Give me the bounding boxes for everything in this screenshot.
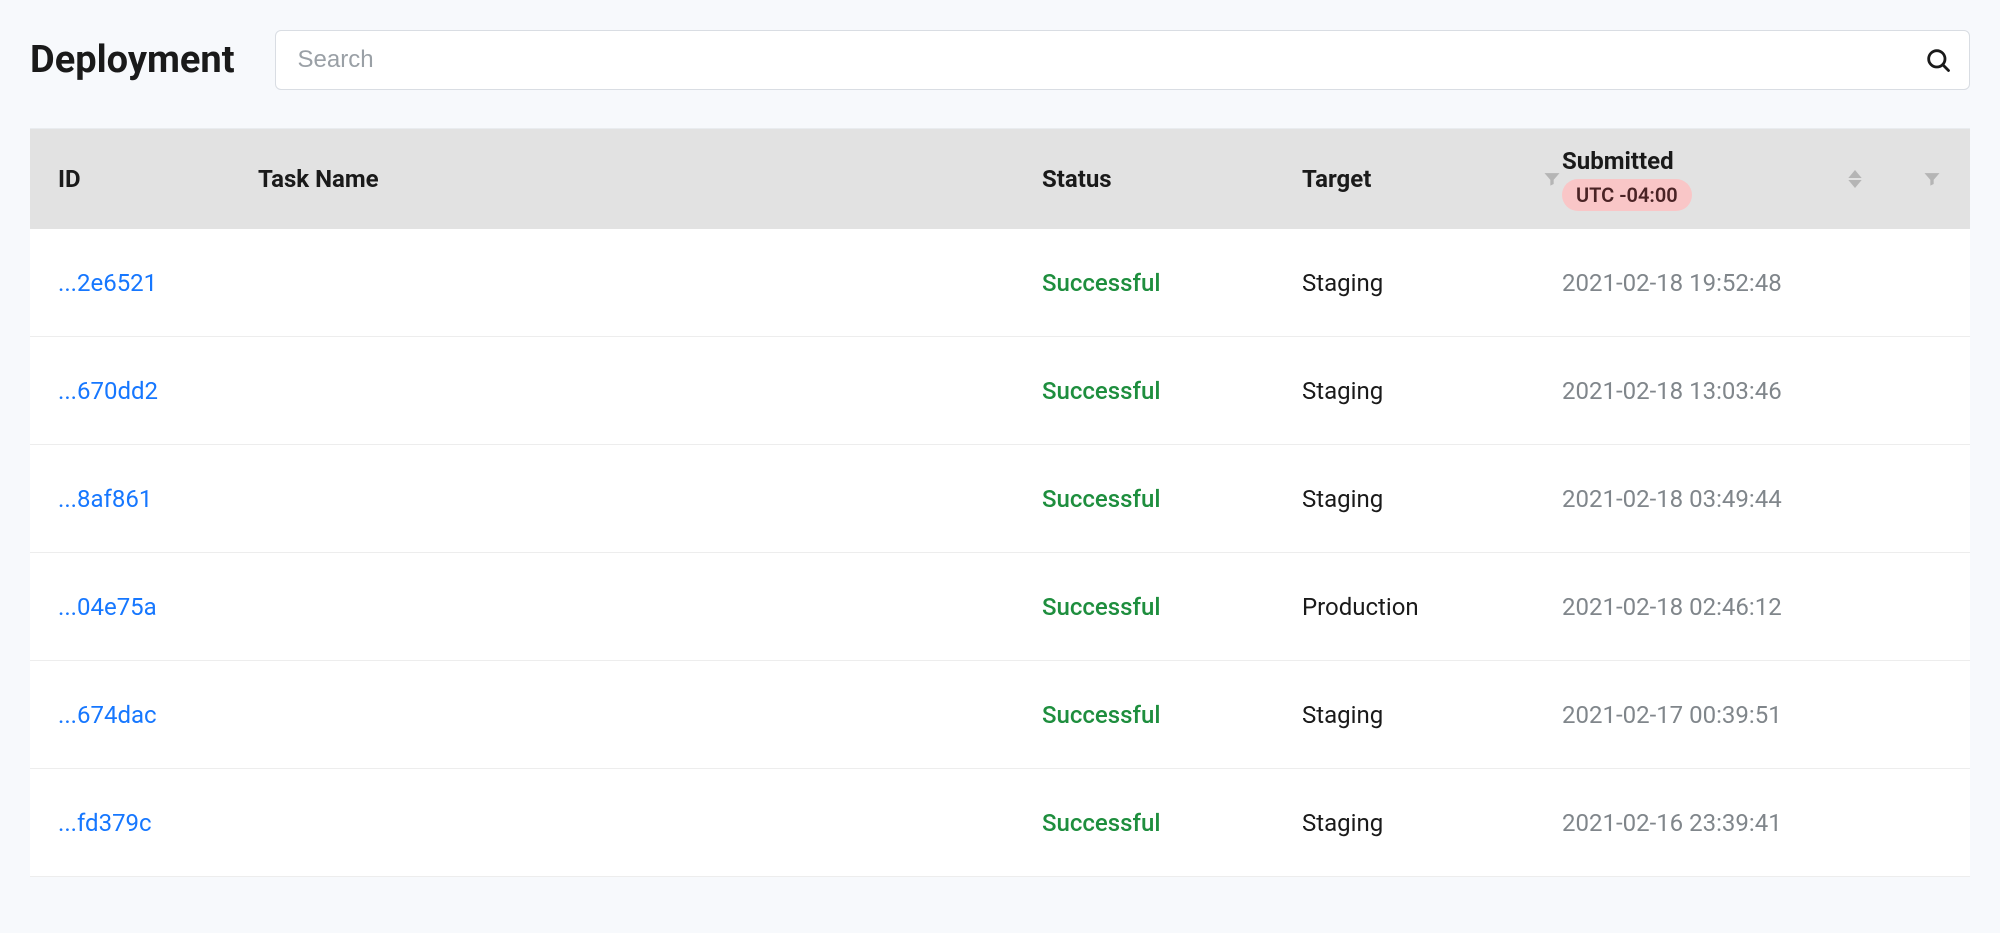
- cell-id: ...674dac: [58, 701, 258, 729]
- column-label: Status: [1042, 165, 1112, 193]
- page-title: Deployment: [30, 38, 235, 82]
- deployment-id-link[interactable]: ...2e6521: [58, 269, 157, 297]
- cell-submitted: 2021-02-18 19:52:48: [1562, 269, 1862, 297]
- submitted-header-wrap: Submitted UTC -04:00: [1562, 147, 1692, 211]
- cell-target: Staging: [1302, 701, 1562, 729]
- deployment-id-link[interactable]: ...674dac: [58, 701, 157, 729]
- cell-submitted: 2021-02-18 13:03:46: [1562, 377, 1862, 405]
- cell-target: Staging: [1302, 485, 1562, 513]
- table-body: ...2e6521SuccessfulStaging2021-02-18 19:…: [30, 229, 1970, 877]
- utc-badge: UTC -04:00: [1562, 179, 1692, 211]
- column-label: Submitted: [1562, 147, 1674, 175]
- table-row: ...04e75a SuccessfulProduction2021-02-18 …: [30, 553, 1970, 661]
- cell-target: Production: [1302, 593, 1562, 621]
- cell-submitted: 2021-02-18 02:46:12: [1562, 593, 1862, 621]
- column-header-task-name[interactable]: Task Name: [258, 165, 1042, 193]
- sort-icon[interactable]: [1848, 170, 1862, 188]
- column-label: Task Name: [258, 165, 379, 193]
- cell-status: Successful: [1042, 485, 1302, 513]
- table-row: ...8af861 SuccessfulStaging2021-02-18 03:…: [30, 445, 1970, 553]
- cell-submitted: 2021-02-16 23:39:41: [1562, 809, 1862, 837]
- cell-target: Staging: [1302, 809, 1562, 837]
- column-label: Target: [1302, 165, 1371, 193]
- cell-status: Successful: [1042, 269, 1302, 297]
- cell-id: ...2e6521: [58, 269, 258, 297]
- column-header-target[interactable]: Target: [1302, 165, 1562, 193]
- table-row: ...2e6521 SuccessfulStaging2021-02-18 19:…: [30, 229, 1970, 337]
- cell-status: Successful: [1042, 701, 1302, 729]
- cell-status: Successful: [1042, 593, 1302, 621]
- search-input[interactable]: [275, 30, 1970, 90]
- table-row: ...674dac SuccessfulStaging2021-02-17 00:…: [30, 661, 1970, 769]
- column-header-actions[interactable]: [1862, 169, 1942, 189]
- deployment-page: Deployment ID Task Name Status Target: [0, 0, 2000, 877]
- column-label: ID: [58, 165, 81, 193]
- cell-submitted: 2021-02-17 00:39:51: [1562, 701, 1862, 729]
- table-row: ...fd379c SuccessfulStaging2021-02-16 23:…: [30, 769, 1970, 877]
- deployment-id-link[interactable]: ...8af861: [58, 485, 152, 513]
- deployment-id-link[interactable]: ...fd379c: [58, 809, 152, 837]
- cell-id: ...670dd2: [58, 377, 258, 405]
- search-wrap: [275, 30, 1970, 90]
- cell-status: Successful: [1042, 809, 1302, 837]
- table-header: ID Task Name Status Target Submitted UTC…: [30, 129, 1970, 229]
- table-row: ...670dd2 SuccessfulStaging2021-02-18 13:…: [30, 337, 1970, 445]
- column-header-submitted[interactable]: Submitted UTC -04:00: [1562, 147, 1862, 211]
- cell-id: ...04e75a: [58, 593, 258, 621]
- cell-target: Staging: [1302, 377, 1562, 405]
- column-header-id[interactable]: ID: [58, 165, 258, 193]
- deployment-id-link[interactable]: ...04e75a: [58, 593, 157, 621]
- cell-submitted: 2021-02-18 03:49:44: [1562, 485, 1862, 513]
- cell-id: ...8af861: [58, 485, 258, 513]
- header-row: Deployment: [30, 30, 1970, 90]
- deployment-table: ID Task Name Status Target Submitted UTC…: [30, 128, 1970, 877]
- cell-id: ...fd379c: [58, 809, 258, 837]
- filter-icon[interactable]: [1542, 169, 1562, 189]
- filter-icon[interactable]: [1922, 169, 1942, 189]
- deployment-id-link[interactable]: ...670dd2: [58, 377, 158, 405]
- cell-status: Successful: [1042, 377, 1302, 405]
- column-header-status[interactable]: Status: [1042, 165, 1302, 193]
- cell-target: Staging: [1302, 269, 1562, 297]
